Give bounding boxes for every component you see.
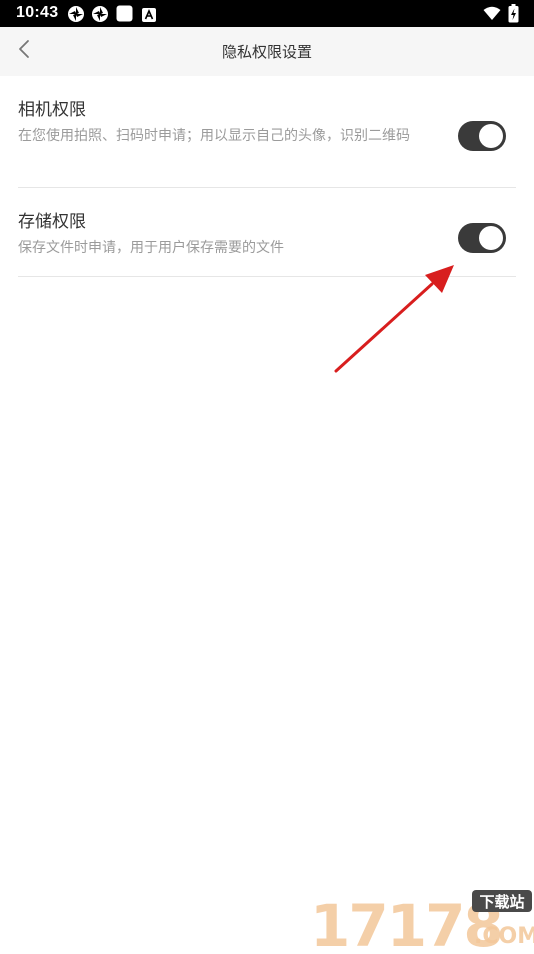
site-watermark: 17178 下载站 .COM [308, 888, 534, 954]
watermark-domain: .COM [474, 924, 534, 949]
watermark-badge: 下载站 [479, 893, 524, 911]
pinwheel-icon [91, 5, 109, 27]
pinwheel-icon [67, 5, 85, 27]
annotation-arrow [330, 260, 460, 382]
a-notification-icon [142, 7, 156, 26]
camera-permission-description: 在您使用拍照、扫码时申请；用以显示自己的头像，识别二维码 [18, 128, 410, 144]
camera-permission-title: 相机权限 [18, 100, 86, 120]
camera-permission-toggle[interactable] [458, 121, 506, 151]
camera-permission-row: 相机权限 在您使用拍照、扫码时申请；用以显示自己的头像，识别二维码 [18, 76, 516, 188]
storage-permission-title: 存储权限 [18, 212, 86, 232]
status-bar: 10:43 [0, 0, 534, 27]
wifi-icon [483, 6, 501, 25]
storage-permission-toggle[interactable] [458, 223, 506, 253]
status-time: 10:43 [16, 4, 59, 21]
storage-permission-description: 保存文件时申请，用于用户保存需要的文件 [18, 240, 284, 256]
toggle-knob [479, 124, 503, 148]
page-title: 隐私权限设置 [221, 43, 312, 61]
app-header: 隐私权限设置 [0, 27, 534, 76]
square-notification-icon [116, 5, 133, 26]
toggle-knob [479, 226, 503, 250]
battery-charging-icon [508, 4, 519, 27]
